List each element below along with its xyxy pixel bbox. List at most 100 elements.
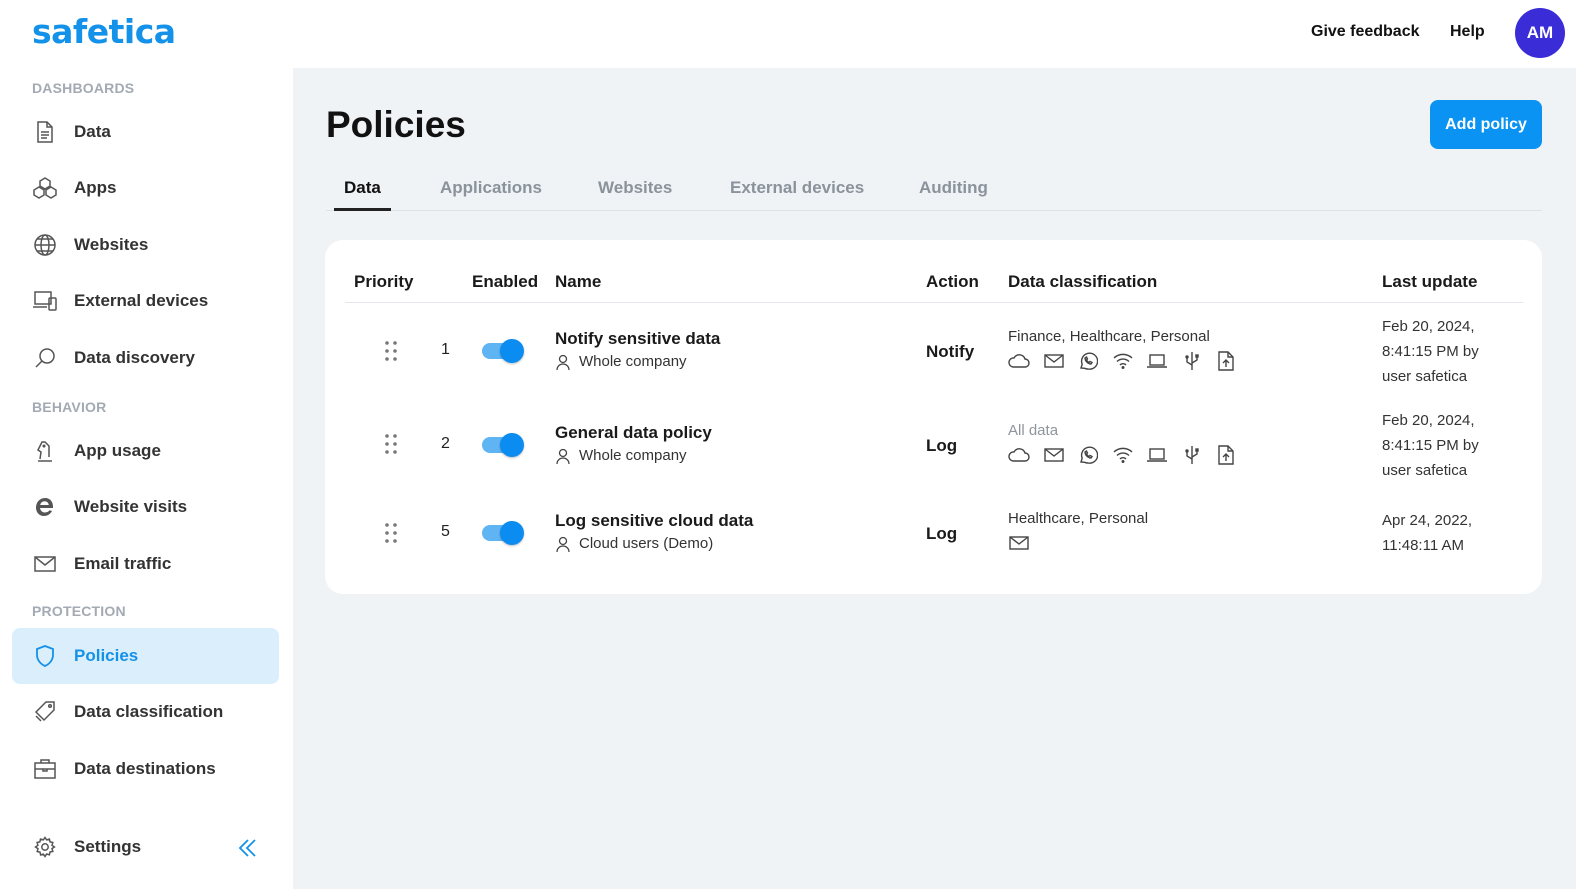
sidebar-item-label: Settings bbox=[74, 837, 142, 856]
sidebar-item-data-discovery[interactable]: Data discovery bbox=[12, 330, 279, 386]
policies-table: Priority Enabled Name Action Data classi… bbox=[325, 240, 1542, 594]
sidebar-item-label: Data destinations bbox=[74, 759, 216, 778]
tab-auditing[interactable]: Auditing bbox=[919, 178, 988, 198]
file-upload-icon bbox=[1215, 350, 1237, 372]
column-header-name[interactable]: Name bbox=[555, 272, 601, 292]
sidebar-item-label: Apps bbox=[74, 178, 117, 197]
policy-scope: Cloud users (Demo) bbox=[555, 535, 713, 552]
tab-applications[interactable]: Applications bbox=[440, 178, 542, 198]
sidebar-item-email-traffic[interactable]: Email traffic bbox=[12, 536, 279, 592]
sidebar-item-website-visits[interactable]: Website visits bbox=[12, 479, 279, 535]
policy-name[interactable]: Log sensitive cloud data bbox=[555, 511, 753, 531]
wifi-icon bbox=[1112, 350, 1134, 372]
main-content: Policies Add policy Data Applications We… bbox=[293, 68, 1576, 889]
last-update-line: 8:41:15 PM by bbox=[1382, 343, 1479, 360]
safetica-logo[interactable]: safetica bbox=[32, 12, 176, 51]
drag-handle-icon[interactable] bbox=[384, 340, 398, 362]
gear-icon bbox=[32, 834, 58, 860]
user-avatar[interactable]: AM bbox=[1515, 8, 1565, 58]
drag-handle-icon[interactable] bbox=[384, 433, 398, 455]
drag-handle-icon[interactable] bbox=[384, 522, 398, 544]
last-update-line: 11:48:11 AM bbox=[1382, 537, 1465, 554]
sidebar-item-label: Data classification bbox=[74, 702, 224, 721]
user-icon bbox=[555, 536, 571, 552]
policy-name[interactable]: Notify sensitive data bbox=[555, 329, 720, 349]
sidebar-item-data-classification[interactable]: Data classification bbox=[12, 684, 279, 740]
page-title: Policies bbox=[326, 104, 466, 145]
policy-scope-label: Cloud users (Demo) bbox=[579, 535, 714, 552]
column-header-last-update[interactable]: Last update bbox=[1382, 272, 1477, 292]
policy-action: Notify bbox=[926, 342, 975, 361]
tab-external-devices[interactable]: External devices bbox=[730, 178, 864, 198]
cloud-icon bbox=[1008, 444, 1030, 466]
column-header-data-classification[interactable]: Data classification bbox=[1008, 272, 1157, 292]
policy-name[interactable]: General data policy bbox=[555, 423, 712, 443]
enabled-toggle[interactable] bbox=[482, 339, 526, 363]
cloud-icon bbox=[1008, 350, 1030, 372]
channel-icons bbox=[1008, 444, 1250, 466]
sidebar-item-label: Data discovery bbox=[74, 348, 195, 367]
sidebar-item-label: Websites bbox=[74, 235, 149, 254]
column-header-priority[interactable]: Priority bbox=[354, 272, 414, 292]
classification-label: Healthcare, Personal bbox=[1008, 510, 1149, 527]
globe-icon bbox=[32, 232, 58, 258]
sidebar-item-apps[interactable]: Apps bbox=[12, 160, 279, 216]
user-icon bbox=[555, 448, 571, 464]
column-header-enabled[interactable]: Enabled bbox=[472, 272, 538, 292]
channel-icons bbox=[1008, 532, 1043, 554]
browser-e-icon bbox=[32, 494, 58, 520]
search-icon bbox=[32, 345, 58, 371]
last-update-line: Apr 24, 2022, bbox=[1382, 512, 1473, 529]
sidebar-item-label: Policies bbox=[74, 646, 139, 665]
chess-knight-icon bbox=[32, 438, 58, 464]
policy-action: Log bbox=[926, 524, 958, 543]
classification-label: Finance, Healthcare, Personal bbox=[1008, 328, 1210, 345]
policy-scope: Whole company bbox=[555, 447, 687, 464]
last-update-line: 8:41:15 PM by bbox=[1382, 437, 1479, 454]
user-icon bbox=[555, 354, 571, 370]
sidebar-item-data[interactable]: Data bbox=[12, 104, 279, 160]
policy-scope-label: Whole company bbox=[579, 447, 687, 464]
tab-websites[interactable]: Websites bbox=[598, 178, 672, 198]
sidebar-item-label: App usage bbox=[74, 441, 161, 460]
help-link[interactable]: Help bbox=[1450, 23, 1485, 41]
sidebar-item-app-usage[interactable]: App usage bbox=[12, 423, 279, 479]
collapse-sidebar-icon[interactable] bbox=[236, 836, 260, 860]
section-title-protection: PROTECTION bbox=[32, 603, 126, 619]
shield-icon bbox=[32, 643, 58, 669]
tab-data[interactable]: Data bbox=[344, 178, 381, 198]
sidebar-item-label: Data bbox=[74, 122, 111, 141]
sidebar-item-data-destinations[interactable]: Data destinations bbox=[12, 741, 279, 797]
last-update: Feb 20, 2024, 8:41:15 PM by user safetic… bbox=[1382, 314, 1479, 389]
devices-icon bbox=[32, 288, 58, 314]
document-icon bbox=[32, 119, 58, 145]
mail-icon bbox=[1008, 532, 1030, 554]
column-header-action[interactable]: Action bbox=[926, 272, 979, 292]
enabled-toggle[interactable] bbox=[482, 433, 526, 457]
usb-icon bbox=[1181, 350, 1203, 372]
sidebar-item-websites[interactable]: Websites bbox=[12, 217, 279, 273]
last-update-line: Feb 20, 2024, bbox=[1382, 318, 1475, 335]
last-update-line: Feb 20, 2024, bbox=[1382, 412, 1475, 429]
section-title-behavior: BEHAVIOR bbox=[32, 399, 107, 415]
policy-scope: Whole company bbox=[555, 353, 687, 370]
add-policy-button[interactable]: Add policy bbox=[1430, 100, 1542, 149]
sidebar-item-policies[interactable]: Policies bbox=[12, 628, 279, 684]
enabled-toggle[interactable] bbox=[482, 521, 526, 545]
policy-action: Log bbox=[926, 436, 958, 455]
top-bar: safetica Give feedback Help AM bbox=[0, 0, 1576, 68]
policy-scope-label: Whole company bbox=[579, 353, 687, 370]
policy-tabs: Data Applications Websites External devi… bbox=[326, 168, 1542, 211]
active-tab-indicator bbox=[334, 208, 391, 211]
usb-icon bbox=[1181, 444, 1203, 466]
mail-icon bbox=[1043, 444, 1065, 466]
briefcase-icon bbox=[32, 756, 58, 782]
priority-value: 1 bbox=[441, 341, 450, 358]
sidebar-item-external-devices[interactable]: External devices bbox=[12, 273, 279, 329]
priority-value: 2 bbox=[441, 435, 450, 452]
give-feedback-link[interactable]: Give feedback bbox=[1311, 23, 1420, 41]
laptop-icon bbox=[1146, 444, 1168, 466]
last-update: Apr 24, 2022, 11:48:11 AM bbox=[1382, 508, 1472, 558]
channel-icons bbox=[1008, 350, 1250, 372]
laptop-icon bbox=[1146, 350, 1168, 372]
